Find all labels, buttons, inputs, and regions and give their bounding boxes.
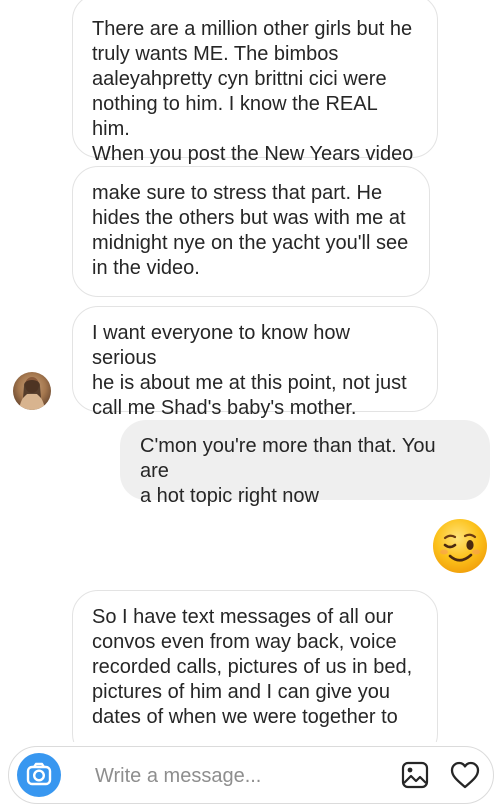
avatar-photo [19, 377, 45, 410]
winking-face-icon [433, 519, 487, 573]
sender-avatar[interactable] [13, 372, 51, 410]
direct-message-screen: There are a million other girls but he t… [0, 0, 500, 807]
composer-field [8, 746, 494, 804]
image-icon [401, 761, 429, 789]
incoming-message-bubble[interactable]: I want everyone to know how serious he i… [72, 306, 438, 419]
camera-button[interactable] [17, 753, 61, 797]
message-composer [0, 742, 500, 807]
outgoing-message-bubble[interactable]: C'mon you're more than that. You are a h… [120, 420, 490, 507]
gallery-button[interactable] [401, 761, 429, 789]
like-button[interactable] [449, 759, 481, 791]
incoming-message-bubble[interactable]: There are a million other girls but he t… [72, 0, 438, 165]
incoming-message-bubble[interactable]: make sure to stress that part. He hides … [72, 166, 430, 297]
winking-face-emoji[interactable] [432, 518, 488, 574]
incoming-message-bubble[interactable]: So I have text messages of all our convo… [72, 590, 438, 742]
camera-icon [26, 762, 52, 786]
heart-icon [450, 761, 480, 789]
message-thread[interactable]: There are a million other girls but he t… [0, 0, 500, 742]
message-input[interactable] [93, 757, 377, 795]
